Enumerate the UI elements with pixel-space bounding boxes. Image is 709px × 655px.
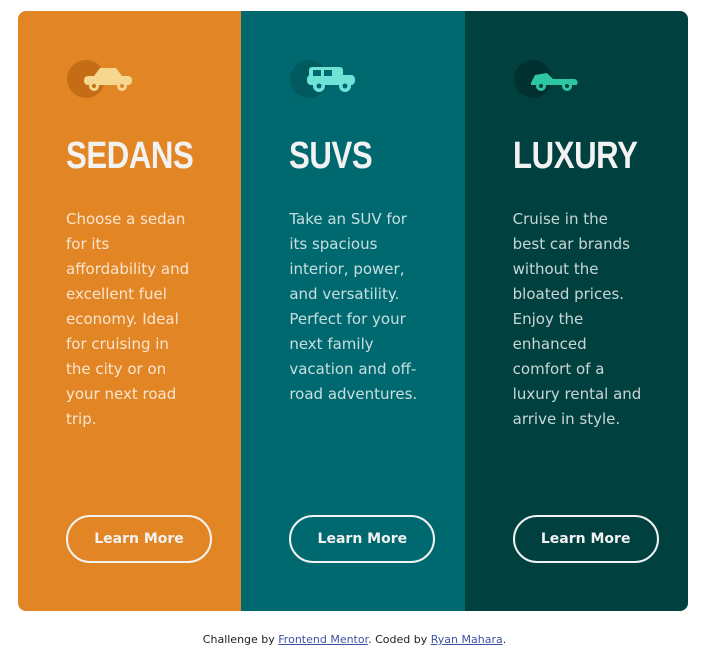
attribution-suffix: .: [502, 633, 507, 646]
attribution-middle: . Coded by: [368, 633, 431, 646]
luxury-car-icon: [513, 59, 583, 99]
learn-more-button-luxury[interactable]: Learn More: [512, 515, 659, 563]
card-title-sedans: SEDANS: [66, 135, 194, 177]
learn-more-button-sedans[interactable]: Learn More: [66, 515, 212, 563]
sedan-car-icon: [66, 59, 136, 99]
cards-container: SEDANS Choose a sedan for its affordabil…: [18, 11, 688, 611]
card-text-sedans: Choose a sedan for its affordability and…: [66, 210, 190, 428]
card-luxury: LUXURY Cruise in the best car brands wit…: [464, 11, 688, 611]
card-sedans: SEDANS Choose a sedan for its affordabil…: [18, 11, 242, 611]
author-link[interactable]: Ryan Mahara: [431, 633, 503, 646]
attribution: Challenge by Frontend Mentor. Coded by R…: [0, 633, 709, 646]
card-text-suvs: Take an SUV for its spacious interior, p…: [289, 210, 418, 403]
card-title-suvs: SUVS: [289, 135, 373, 177]
card-title-luxury: LUXURY: [512, 135, 638, 177]
card-suvs: SUVS Take an SUV for its spacious interi…: [241, 11, 465, 611]
suv-car-icon: [289, 59, 359, 99]
learn-more-button-suvs[interactable]: Learn More: [289, 515, 436, 563]
card-text-luxury: Cruise in the best car brands without th…: [512, 210, 642, 428]
frontend-mentor-link[interactable]: Frontend Mentor: [278, 633, 368, 646]
attribution-prefix: Challenge by: [202, 633, 279, 646]
